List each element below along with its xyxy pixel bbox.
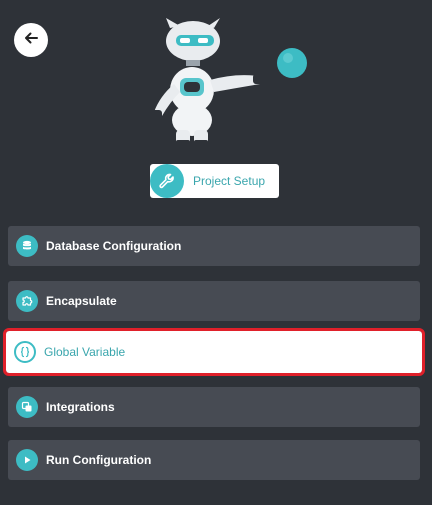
wrench-icon — [150, 164, 184, 198]
menu-item-label: Global Variable — [44, 345, 126, 359]
menu-item-label: Integrations — [46, 400, 115, 414]
project-setup-button[interactable]: Project Setup — [150, 164, 279, 198]
menu-item-global-variable[interactable]: Global Variable — [3, 328, 425, 376]
robot-mascot-icon — [140, 18, 315, 146]
menu-item-database-configuration[interactable]: Database Configuration — [8, 226, 420, 266]
menu-item-integrations[interactable]: Integrations — [8, 387, 420, 427]
database-icon — [16, 235, 38, 257]
menu-item-label: Encapsulate — [46, 294, 117, 308]
braces-icon — [14, 341, 36, 363]
menu-item-run-configuration[interactable]: Run Configuration — [8, 440, 420, 480]
back-button[interactable] — [14, 23, 48, 57]
project-setup-label: Project Setup — [193, 174, 266, 188]
menu-item-label: Database Configuration — [46, 239, 182, 253]
menu-item-encapsulate[interactable]: Encapsulate — [8, 281, 420, 321]
arrow-left-icon — [23, 30, 39, 51]
menu-item-label: Run Configuration — [46, 453, 152, 467]
puzzle-icon — [16, 290, 38, 312]
play-icon — [16, 449, 38, 471]
integrations-icon — [16, 396, 38, 418]
